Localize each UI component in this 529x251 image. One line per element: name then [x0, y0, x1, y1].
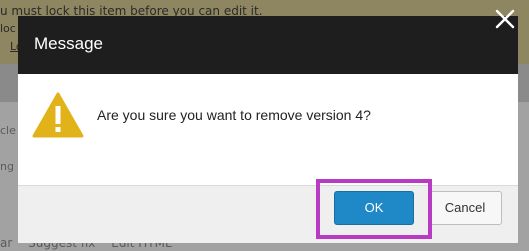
- cancel-button[interactable]: Cancel: [428, 191, 502, 225]
- lock-notice-text-2: loc: [0, 22, 16, 35]
- warning-icon: [32, 92, 84, 138]
- dialog-footer: OK Cancel: [18, 185, 518, 243]
- background-side-text: cle: [0, 124, 16, 137]
- close-icon[interactable]: [494, 8, 516, 30]
- background-side-text-2: ng: [0, 160, 14, 173]
- message-dialog: Message Are you sure you want to remove …: [18, 16, 518, 243]
- dialog-title: Message: [34, 34, 103, 53]
- dialog-header: Message: [18, 16, 518, 74]
- dialog-body: Are you sure you want to remove version …: [18, 74, 518, 185]
- bottom-link[interactable]: ar: [0, 236, 12, 250]
- ok-button[interactable]: OK: [334, 191, 414, 225]
- dialog-message: Are you sure you want to remove version …: [97, 107, 371, 123]
